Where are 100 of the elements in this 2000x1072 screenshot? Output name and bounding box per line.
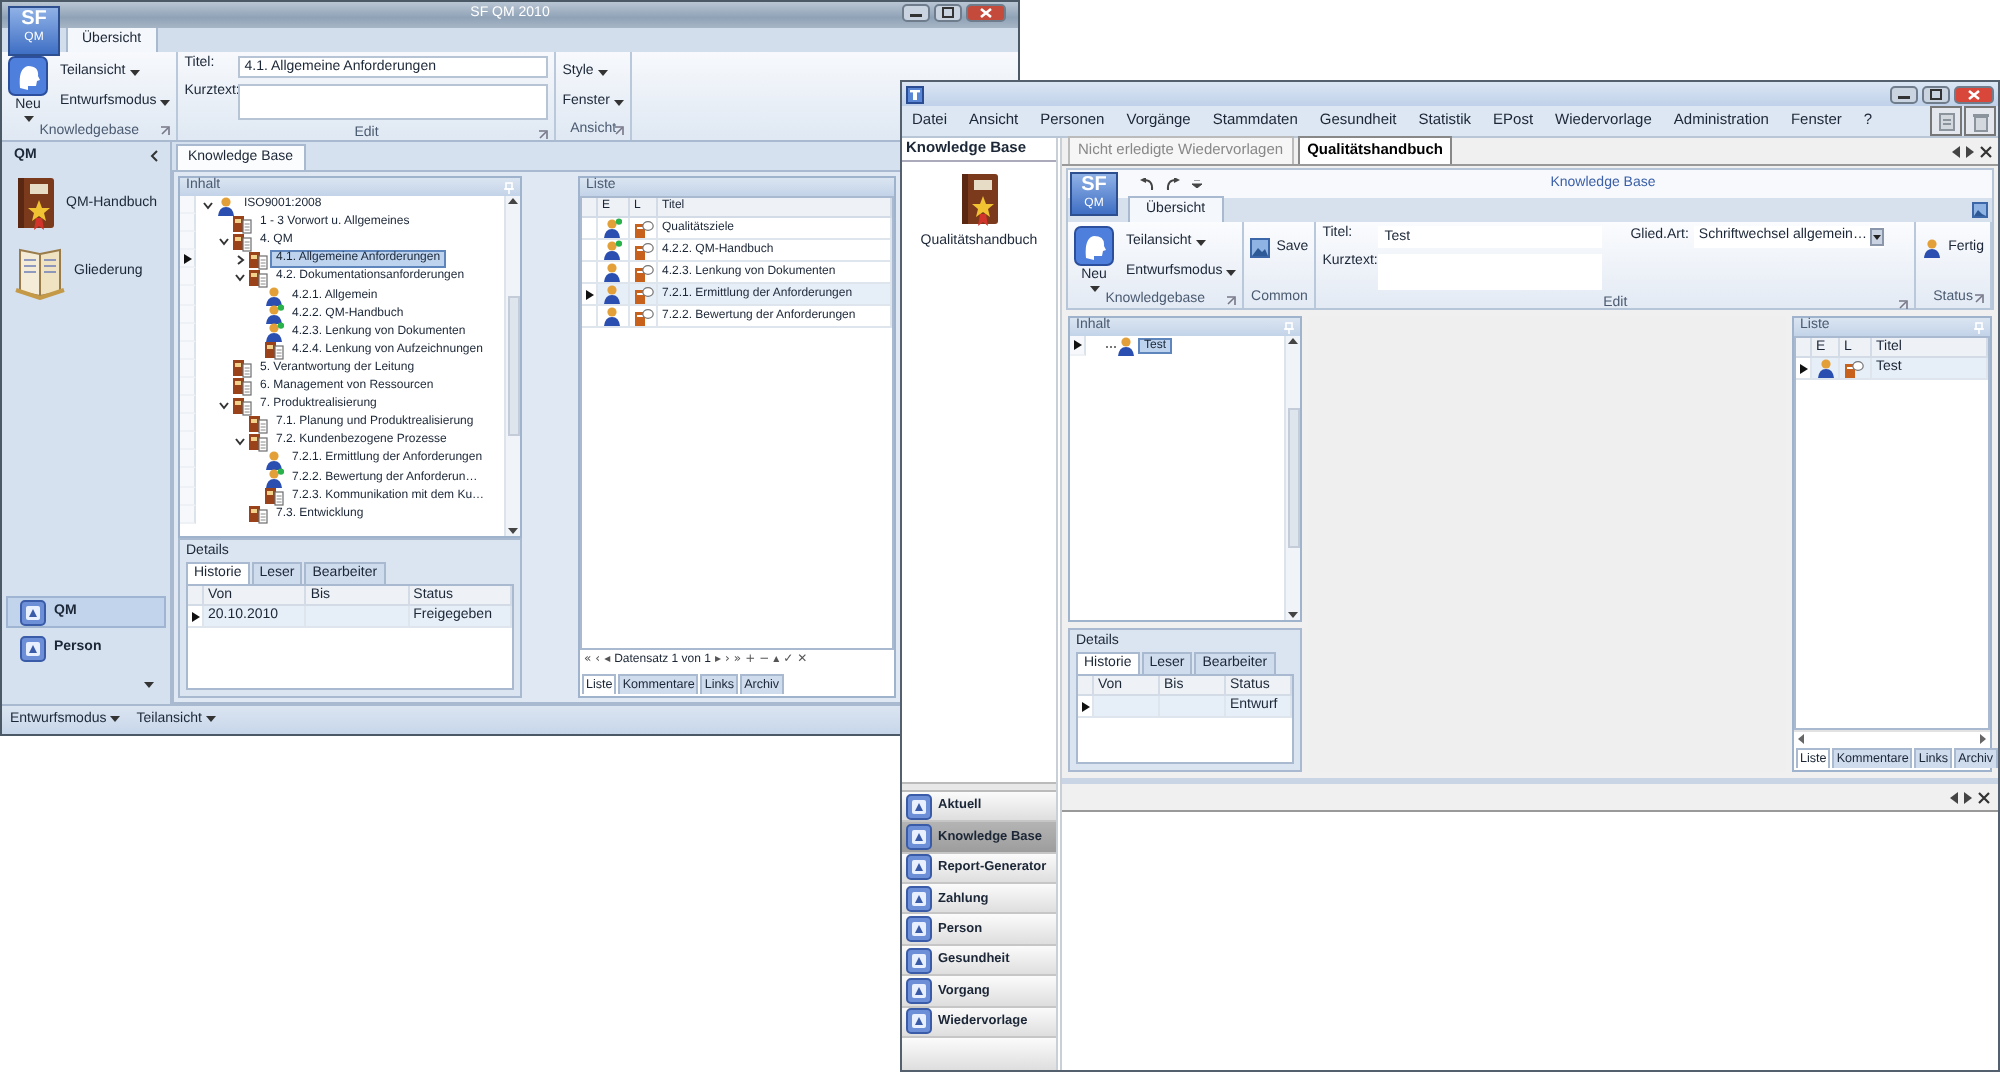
person-plus-icon <box>602 240 622 260</box>
tree-line <box>1106 343 1116 349</box>
collapse-icon[interactable] <box>202 199 214 212</box>
person-plus-icon <box>264 322 284 343</box>
scroll-right-icon[interactable] <box>1964 791 1972 803</box>
caret-icon <box>613 99 624 106</box>
minimize-button[interactable] <box>1890 85 1918 103</box>
tile-icon <box>20 635 46 661</box>
person-plus-icon <box>602 218 622 238</box>
caret-icon <box>1089 286 1099 293</box>
book-icon <box>248 504 268 525</box>
scrollbar[interactable] <box>1794 729 1990 746</box>
book-icon <box>248 413 268 434</box>
scrollbar[interactable] <box>504 196 520 536</box>
launcher-icon[interactable] <box>613 126 624 136</box>
image-icon <box>1250 238 1271 258</box>
book-icon <box>264 340 284 361</box>
book-icon <box>264 486 284 507</box>
tile-icon <box>20 599 46 625</box>
person-icon <box>602 262 622 282</box>
tile-icon <box>906 916 932 943</box>
person-icon <box>264 449 284 470</box>
book-icon <box>14 176 58 232</box>
app-icon <box>906 85 924 103</box>
book-icon <box>232 376 252 397</box>
logo-text: SF <box>21 8 47 31</box>
caret-icon <box>23 116 33 123</box>
logo-text: SF <box>1081 174 1107 197</box>
book-icon <box>232 231 252 252</box>
row-indicator-icon <box>586 289 594 299</box>
row-indicator-icon <box>1800 363 1808 373</box>
redo-icon[interactable] <box>1166 177 1180 191</box>
close-button[interactable] <box>966 4 1006 22</box>
scroll-left-icon[interactable] <box>1950 791 1958 803</box>
person-icon <box>1922 238 1943 258</box>
book-icon <box>248 431 268 452</box>
row-indicator-icon <box>183 253 191 264</box>
customize-icon[interactable] <box>1192 180 1202 188</box>
scroll-left-icon[interactable] <box>1798 733 1804 744</box>
row-indicator-icon <box>192 611 200 622</box>
book-icon <box>248 249 268 270</box>
book-icon <box>232 213 252 234</box>
launcher-icon[interactable] <box>1898 300 1909 310</box>
document-comment-icon <box>1844 359 1864 377</box>
close-button[interactable] <box>1954 85 1994 103</box>
collapse-icon[interactable] <box>234 271 246 284</box>
scroll-left-icon[interactable] <box>1952 145 1960 157</box>
collapse-icon[interactable] <box>218 235 230 248</box>
caret-icon <box>110 716 121 723</box>
person-icon <box>1116 336 1136 356</box>
trash-icon <box>1971 111 1989 131</box>
collapse-icon[interactable] <box>234 435 246 448</box>
maximize-button[interactable] <box>1922 85 1950 103</box>
expand-icon[interactable] <box>234 253 246 266</box>
head-icon <box>8 56 48 96</box>
toolbar-button[interactable] <box>1964 106 1996 136</box>
collapse-pane-icon[interactable] <box>150 150 158 162</box>
person-plus-icon <box>264 304 284 325</box>
row-indicator-icon <box>1082 701 1090 712</box>
toolbar-button[interactable] <box>1930 106 1962 136</box>
table-cell <box>1160 696 1226 719</box>
person-icon <box>602 284 622 304</box>
caret-icon <box>129 69 140 76</box>
scrollbar[interactable] <box>1284 336 1300 620</box>
input-field[interactable] <box>238 84 549 120</box>
tile-icon <box>906 977 932 1004</box>
launcher-icon[interactable] <box>1974 294 1984 304</box>
launcher-icon[interactable] <box>1226 296 1237 307</box>
maximize-button[interactable] <box>934 4 962 22</box>
tile-icon <box>906 793 932 820</box>
launcher-icon[interactable] <box>160 126 171 137</box>
book-icon <box>248 267 268 288</box>
caret-icon <box>597 69 608 76</box>
scroll-down-icon[interactable] <box>1288 612 1298 618</box>
person-icon <box>602 306 622 326</box>
scroll-thumb[interactable] <box>507 296 519 436</box>
person-icon <box>264 286 284 307</box>
undo-icon[interactable] <box>1140 177 1154 191</box>
scroll-down-icon[interactable] <box>508 528 518 534</box>
table-cell <box>306 606 410 629</box>
close-icon[interactable] <box>1978 791 1990 803</box>
book-icon <box>232 358 252 379</box>
scroll-right-icon[interactable] <box>1966 145 1974 157</box>
image-icon[interactable] <box>1972 202 1988 218</box>
more-icon[interactable] <box>144 682 154 688</box>
tile-icon <box>906 1008 932 1035</box>
minimize-button[interactable] <box>902 4 930 22</box>
close-icon[interactable] <box>1980 145 1992 157</box>
scroll-right-icon[interactable] <box>1980 733 1986 744</box>
collapse-icon[interactable] <box>218 399 230 412</box>
launcher-icon[interactable] <box>538 130 549 140</box>
head-icon <box>1074 226 1114 266</box>
caret-icon <box>1226 269 1237 276</box>
tile-icon <box>906 823 932 850</box>
book-icon <box>957 172 1001 228</box>
scroll-thumb[interactable] <box>1287 408 1299 548</box>
open-book-icon <box>14 244 66 300</box>
header-cell <box>582 198 598 218</box>
document-icon <box>1937 111 1955 131</box>
tile-icon <box>906 885 932 912</box>
